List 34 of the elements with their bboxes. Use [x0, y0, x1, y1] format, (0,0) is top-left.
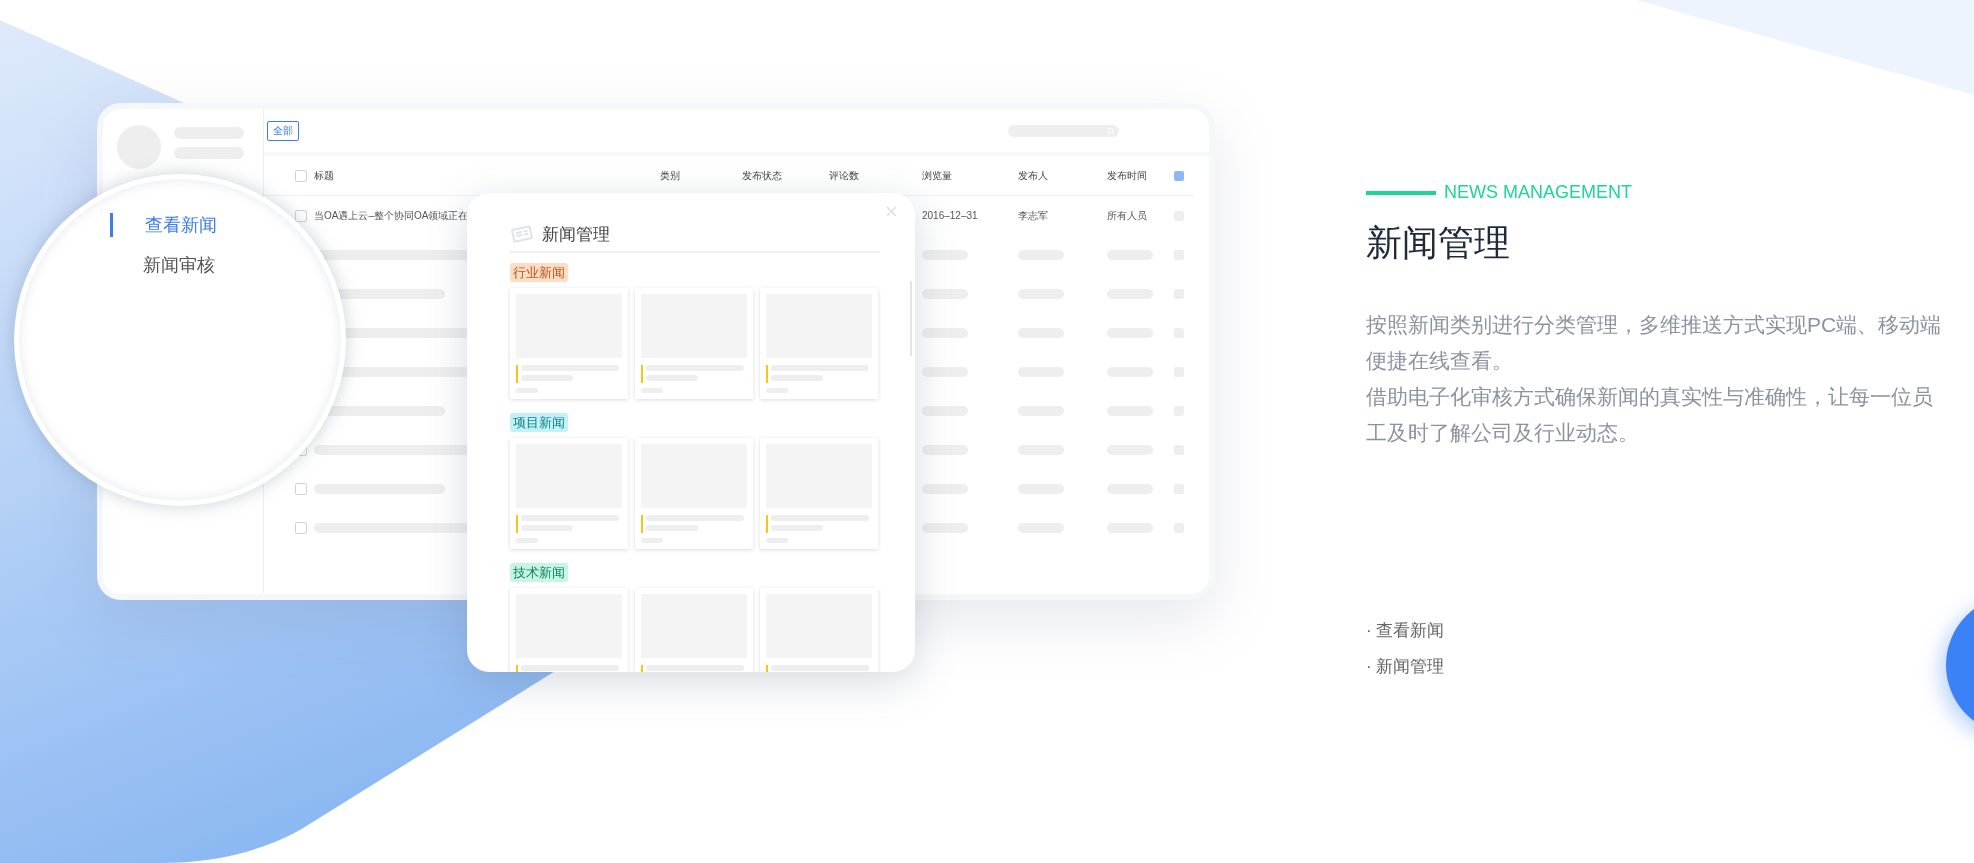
column-header: 标题 [314, 168, 335, 183]
column-header: 发布状态 [742, 168, 783, 183]
dialog-title: 新闻管理 [542, 223, 610, 246]
table-cell-text: 2016–12–31 [922, 210, 979, 221]
category-tag: 技术新闻 [510, 563, 568, 582]
column-header: 浏览量 [922, 168, 953, 183]
table-cell-text: 李志军 [1018, 208, 1049, 223]
column-header: 评论数 [829, 168, 860, 183]
placeholder-bar [922, 483, 968, 494]
feature-link[interactable]: · 新闻管理 [1366, 655, 1445, 679]
category-tag: 项目新闻 [510, 413, 568, 432]
table-cell-text: 所有人员 [1107, 208, 1148, 223]
feature-link[interactable]: · 查看新闻 [1366, 619, 1445, 643]
placeholder-bar [922, 405, 968, 416]
placeholder-bar [922, 288, 968, 299]
section-eyebrow: NEWS MANAGEMENT [1444, 182, 1632, 203]
checkbox[interactable] [295, 521, 307, 534]
filter-button[interactable]: 全部 [267, 120, 299, 141]
placeholder-bar [922, 249, 968, 260]
close-icon [886, 206, 897, 217]
newspaper-icon [510, 224, 534, 244]
select-square [1174, 170, 1184, 181]
placeholder-bar [922, 327, 968, 338]
column-header: 发布人 [1018, 168, 1049, 183]
column-header: 类别 [660, 168, 681, 183]
placeholder-bar [922, 522, 968, 533]
category-tag: 行业新闻 [510, 263, 568, 282]
table-cell-text: 当OA遇上云–整个协同OA领域正在 [314, 208, 470, 223]
description: 借助电子化审核方式确保新闻的真实性与准确性，让每一位员工及时了解公司及行业动态。 [1366, 384, 1934, 446]
section-title: 新闻管理 [1366, 221, 1510, 265]
description: 按照新闻类别进行分类管理，多维推送方式实现PC端、移动端便捷在线查看。 [1366, 312, 1943, 374]
placeholder-bar [922, 366, 968, 377]
placeholder-bar [922, 444, 968, 455]
column-header: 发布时间 [1107, 168, 1148, 183]
